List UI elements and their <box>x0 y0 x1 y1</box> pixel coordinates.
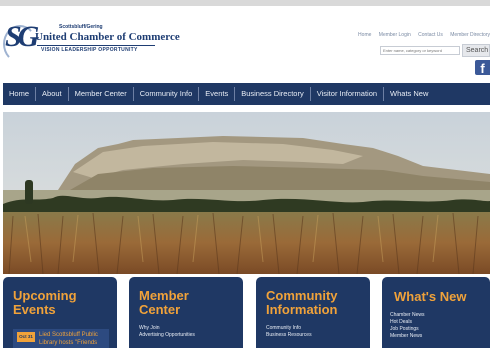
whats-new-card[interactable]: What's New Chamber News Hot Deals Job Po… <box>382 277 490 348</box>
hero-image <box>3 112 490 274</box>
utility-link-member-login[interactable]: Member Login <box>379 32 411 38</box>
nav-gap <box>0 105 490 112</box>
link-hot-deals[interactable]: Hot Deals <box>390 319 424 326</box>
community-title-line1: Community <box>266 288 338 303</box>
events-title-line1: Upcoming <box>13 288 77 303</box>
site-header: SG Scottsbluff/Gering United Chamber of … <box>0 6 490 83</box>
event-item[interactable]: Oct 31 Lied Scottsbluff Public Library h… <box>13 329 109 348</box>
logo-subtitle: Scottsbluff/Gering <box>59 24 103 30</box>
logo-divider <box>37 45 155 46</box>
search-input[interactable] <box>380 46 460 55</box>
community-info-card[interactable]: Community Information Community Info Bus… <box>256 277 370 348</box>
utility-link-contact[interactable]: Contact Us <box>418 32 443 38</box>
events-card[interactable]: Upcoming Events Oct 31 Lied Scottsbluff … <box>3 277 117 348</box>
nav-item-events[interactable]: Events <box>199 87 236 101</box>
member-center-title-line2: Center <box>139 302 181 317</box>
whats-new-card-title: What's New <box>394 289 467 304</box>
chamber-logo[interactable]: SG Scottsbluff/Gering United Chamber of … <box>3 20 180 67</box>
nav-item-visitor-information[interactable]: Visitor Information <box>311 87 385 101</box>
member-center-card[interactable]: Member Center Why Join Advertising Oppor… <box>129 277 243 348</box>
event-title[interactable]: Lied Scottsbluff Public Library hosts "F… <box>39 331 107 347</box>
community-title-line2: Information <box>266 302 338 317</box>
member-center-card-title: Member Center <box>139 289 189 317</box>
utility-links: Home Member Login Contact Us Member Dire… <box>352 32 490 38</box>
link-member-news[interactable]: Member News <box>390 333 424 340</box>
logo-tagline: VISION LEADERSHIP OPPORTUNITY <box>41 47 138 53</box>
nav-item-business-directory[interactable]: Business Directory <box>235 87 311 101</box>
nav-item-whats-new[interactable]: Whats New <box>384 87 434 101</box>
events-card-title: Upcoming Events <box>13 289 77 317</box>
link-why-join[interactable]: Why Join <box>139 325 195 332</box>
search-button[interactable]: Search <box>462 44 490 57</box>
event-date-badge: Oct 31 <box>17 332 35 342</box>
member-center-title-line1: Member <box>139 288 189 303</box>
whats-new-links: Chamber News Hot Deals Job Postings Memb… <box>390 312 424 340</box>
utility-link-directory[interactable]: Member Directory <box>450 32 490 38</box>
nav-item-about[interactable]: About <box>36 87 69 101</box>
link-business-resources[interactable]: Business Resources <box>266 332 312 339</box>
main-nav: Home About Member Center Community Info … <box>3 83 490 105</box>
link-advertising-opportunities[interactable]: Advertising Opportunities <box>139 332 195 339</box>
events-title-line2: Events <box>13 302 56 317</box>
nav-item-community-info[interactable]: Community Info <box>134 87 200 101</box>
facebook-icon[interactable]: f <box>475 60 490 76</box>
community-links: Community Info Business Resources <box>266 325 312 339</box>
link-chamber-news[interactable]: Chamber News <box>390 312 424 319</box>
member-center-links: Why Join Advertising Opportunities <box>139 325 195 339</box>
link-community-info[interactable]: Community Info <box>266 325 312 332</box>
community-card-title: Community Information <box>266 289 338 317</box>
link-job-postings[interactable]: Job Postings <box>390 326 424 333</box>
logo-name: United Chamber of Commerce <box>35 31 180 43</box>
nav-item-member-center[interactable]: Member Center <box>69 87 134 101</box>
utility-link-home[interactable]: Home <box>358 32 371 38</box>
logo-monogram: SG <box>5 20 39 53</box>
nav-item-home[interactable]: Home <box>3 87 37 101</box>
